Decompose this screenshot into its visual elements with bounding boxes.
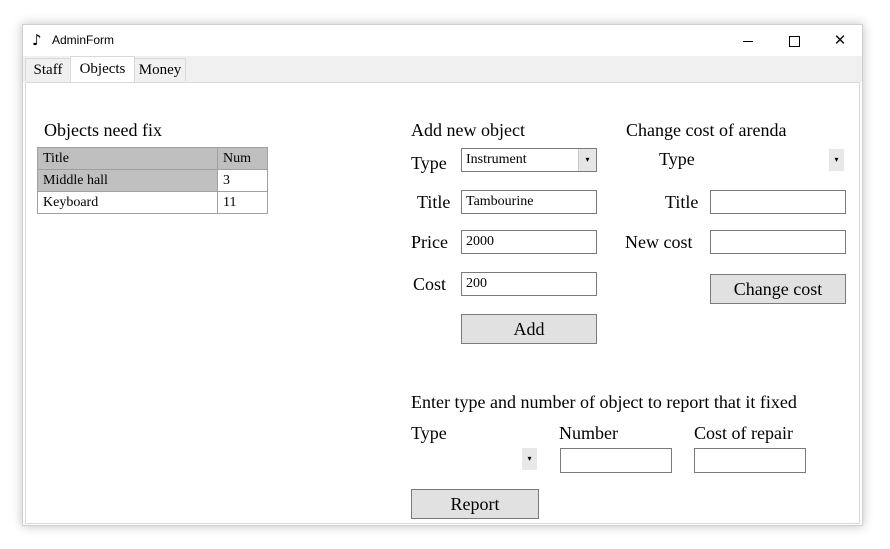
report-number-label: Number xyxy=(559,423,618,443)
new-cost-label: New cost xyxy=(625,232,693,252)
change-title-label: Title xyxy=(665,192,699,212)
add-price-label: Price xyxy=(411,232,448,252)
cost-of-repair-label: Cost of repair xyxy=(694,423,793,443)
objects-need-fix-heading: Objects need fix xyxy=(44,120,162,140)
report-type-dropdown[interactable]: ▾ xyxy=(522,448,537,470)
add-type-label: Type xyxy=(411,153,447,173)
report-number-input[interactable] xyxy=(560,448,672,473)
add-new-object-heading: Add new object xyxy=(411,120,525,140)
tab-staff[interactable]: Staff xyxy=(25,58,71,81)
window-title: AdminForm xyxy=(52,33,115,47)
add-price-input[interactable] xyxy=(461,230,597,254)
change-type-dropdown[interactable]: ▾ xyxy=(829,149,844,171)
add-type-combobox[interactable]: Instrument ▾ xyxy=(461,148,597,172)
tab-money[interactable]: Money xyxy=(134,58,186,81)
report-heading: Enter type and number of object to repor… xyxy=(411,392,797,412)
add-button[interactable]: Add xyxy=(461,314,597,344)
objects-tab-panel: Objects need fix Title Num Middle hall 3… xyxy=(25,82,860,524)
add-title-label: Title xyxy=(417,192,451,212)
minimize-button[interactable] xyxy=(725,25,771,56)
cell-num[interactable]: 11 xyxy=(217,191,268,214)
cost-of-repair-input[interactable] xyxy=(694,448,806,473)
change-title-input[interactable] xyxy=(710,190,846,214)
minimize-icon xyxy=(743,41,753,42)
grid-header-row: Title Num xyxy=(37,147,268,170)
column-header-num[interactable]: Num xyxy=(217,147,268,170)
report-button[interactable]: Report xyxy=(411,489,539,519)
music-note-icon: ♪ xyxy=(32,31,42,49)
close-icon: ✕ xyxy=(833,31,847,49)
maximize-icon xyxy=(788,36,800,47)
table-row[interactable]: Middle hall 3 xyxy=(37,169,268,192)
add-type-value: Instrument xyxy=(466,152,527,167)
cell-title[interactable]: Keyboard xyxy=(37,191,218,214)
close-button[interactable]: ✕ xyxy=(817,25,862,56)
maximize-button[interactable] xyxy=(771,25,817,56)
add-cost-input[interactable] xyxy=(461,272,597,296)
add-cost-label: Cost xyxy=(413,274,447,294)
new-cost-input[interactable] xyxy=(710,230,846,254)
objects-need-fix-grid[interactable]: Title Num Middle hall 3 Keyboard 11 xyxy=(37,147,268,214)
chevron-down-icon: ▾ xyxy=(834,155,839,164)
change-type-label: Type xyxy=(659,149,695,169)
cell-title[interactable]: Middle hall xyxy=(37,169,218,192)
chevron-down-icon: ▾ xyxy=(527,454,532,463)
title-bar[interactable]: ♪ AdminForm ✕ xyxy=(23,25,862,56)
report-type-label: Type xyxy=(411,423,447,443)
admin-form-window: ♪ AdminForm ✕ Staff Objects Money Object… xyxy=(22,24,863,526)
column-header-title[interactable]: Title xyxy=(37,147,218,170)
change-cost-heading: Change cost of arenda xyxy=(626,120,787,140)
add-title-input[interactable] xyxy=(461,190,597,214)
table-row[interactable]: Keyboard 11 xyxy=(37,191,268,214)
tab-objects[interactable]: Objects xyxy=(70,56,135,83)
tab-strip: Staff Objects Money xyxy=(23,56,862,83)
change-cost-button[interactable]: Change cost xyxy=(710,274,846,304)
chevron-down-icon[interactable]: ▾ xyxy=(578,149,596,171)
cell-num[interactable]: 3 xyxy=(217,169,268,192)
